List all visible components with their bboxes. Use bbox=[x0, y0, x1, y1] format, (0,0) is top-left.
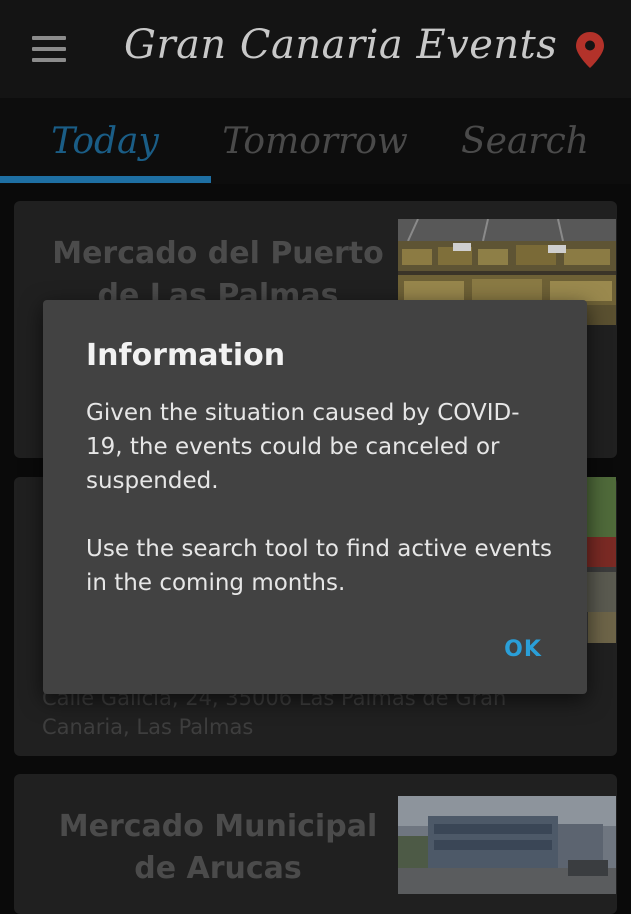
dialog-message-search: Use the search tool to find active event… bbox=[86, 536, 552, 596]
ok-button[interactable]: OK bbox=[483, 630, 563, 670]
information-dialog: Information Given the situation caused b… bbox=[43, 300, 587, 694]
dialog-title: Information bbox=[86, 338, 286, 373]
dialog-message: Given the situation caused by COVID-19, … bbox=[86, 396, 556, 600]
dialog-message-covid: Given the situation caused by COVID-19, … bbox=[86, 400, 520, 494]
